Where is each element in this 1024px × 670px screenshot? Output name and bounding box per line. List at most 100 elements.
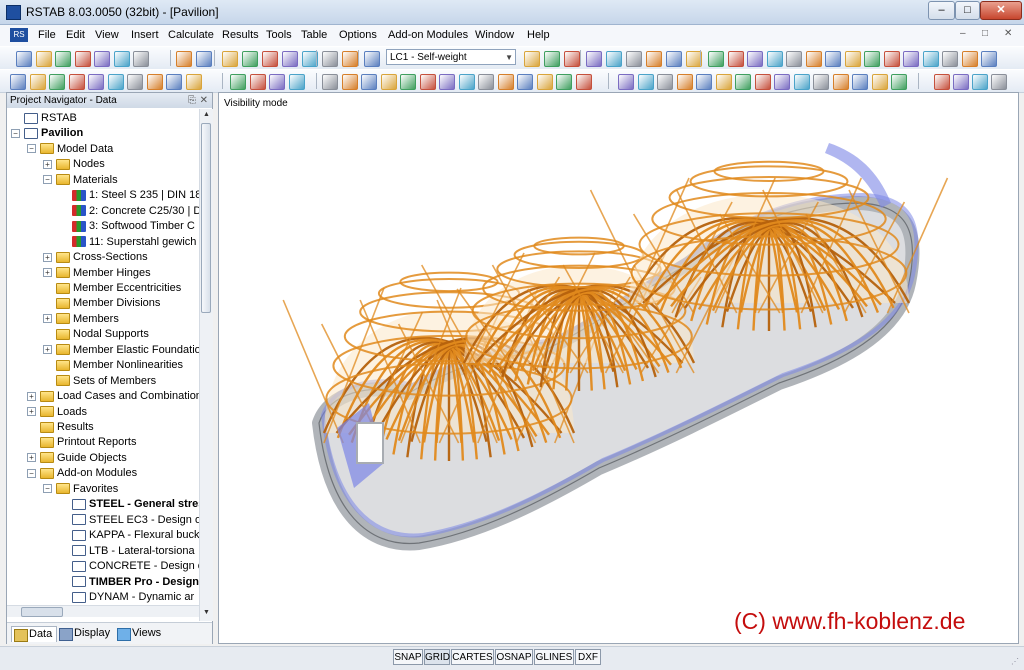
collapse-icon[interactable]: −: [11, 129, 20, 139]
toolbar-tool-icon[interactable]: [708, 51, 724, 67]
toolbar-tool-icon[interactable]: [288, 74, 305, 90]
tree-node[interactable]: DYNAM - Dynamic ar: [59, 590, 194, 605]
tree-node[interactable]: 1: Steel S 235 | DIN 188: [59, 188, 199, 203]
toolbar-tool-icon[interactable]: [637, 74, 654, 90]
mdi-close-icon[interactable]: ✕: [1004, 28, 1012, 39]
menu-help[interactable]: Help: [527, 29, 550, 41]
toolbar-tool-icon[interactable]: [766, 51, 783, 67]
tree-node[interactable]: Sets of Members: [43, 374, 156, 389]
toolbar-tool-icon[interactable]: [400, 74, 416, 90]
maximize-button[interactable]: □: [955, 1, 980, 20]
tree-node[interactable]: − Model Data: [27, 142, 113, 157]
toolbar-tool-icon[interactable]: [146, 74, 163, 90]
toolbar-tool-icon[interactable]: [774, 74, 790, 90]
tab-data[interactable]: Data: [11, 626, 58, 642]
toolbar-tool-icon[interactable]: [269, 74, 285, 90]
toolbar-tool-icon[interactable]: [419, 74, 436, 90]
toolbar-tool-icon[interactable]: [341, 74, 358, 90]
menu-tools[interactable]: Tools: [266, 29, 292, 41]
scroll-down-icon[interactable]: ▼: [201, 607, 212, 619]
expand-icon[interactable]: +: [43, 252, 52, 262]
toolbar-tool-icon[interactable]: [922, 51, 939, 67]
toolbar-tool-icon[interactable]: [972, 74, 988, 90]
toolbar-tool-icon[interactable]: [497, 74, 514, 90]
toolbar-tool-icon[interactable]: [666, 51, 682, 67]
toolbar-tool-icon[interactable]: [575, 74, 592, 90]
toolbar-tool-icon[interactable]: [242, 51, 258, 67]
tab-views[interactable]: Views: [115, 626, 161, 641]
toolbar-tool-icon[interactable]: [55, 51, 71, 67]
menu-add-on-modules[interactable]: Add-on Modules: [388, 29, 468, 41]
pin-icon[interactable]: ⎘: [188, 93, 196, 108]
scroll-up-icon[interactable]: ▲: [201, 109, 212, 121]
toolbar-tool-icon[interactable]: [754, 74, 771, 90]
toolbar-tool-icon[interactable]: [29, 74, 46, 90]
toolbar-tool-icon[interactable]: [981, 51, 997, 67]
toolbar-tool-icon[interactable]: [556, 74, 572, 90]
tree-node[interactable]: 3: Softwood Timber C: [59, 219, 195, 234]
expand-icon[interactable]: +: [43, 345, 52, 355]
collapse-icon[interactable]: −: [27, 144, 36, 154]
toolbar-tool-icon[interactable]: [364, 51, 380, 67]
tree-node[interactable]: CONCRETE - Design c: [59, 559, 199, 574]
toolbar-tool-icon[interactable]: [107, 74, 124, 90]
menu-file[interactable]: File: [38, 29, 56, 41]
status-osnap-button[interactable]: OSNAP: [495, 649, 533, 665]
tree-node[interactable]: Member Nonlinearities: [43, 358, 183, 373]
toolbar-tool-icon[interactable]: [961, 51, 978, 67]
toolbar-tool-icon[interactable]: [657, 74, 673, 90]
model-viewport[interactable]: Visibility mode (C) www.fh-koblenz.de: [218, 92, 1019, 644]
tree-node[interactable]: TIMBER Pro - Design: [59, 575, 199, 590]
toolbar-tool-icon[interactable]: [586, 51, 602, 67]
toolbar-tool-icon[interactable]: [891, 74, 907, 90]
tree-node[interactable]: STEEL - General stres: [59, 497, 199, 512]
expand-icon[interactable]: +: [27, 453, 36, 463]
toolbar-tool-icon[interactable]: [844, 51, 861, 67]
collapse-icon[interactable]: −: [43, 484, 52, 494]
toolbar-tool-icon[interactable]: [626, 51, 642, 67]
toolbar-tool-icon[interactable]: [94, 51, 110, 67]
resize-grip-icon[interactable]: ⋰: [1011, 657, 1021, 667]
menu-results[interactable]: Results: [222, 29, 259, 41]
toolbar-tool-icon[interactable]: [934, 74, 950, 90]
toolbar-tool-icon[interactable]: [10, 74, 26, 90]
scroll-thumb[interactable]: [201, 123, 211, 313]
tree-node[interactable]: Member Divisions: [43, 296, 160, 311]
toolbar-tool-icon[interactable]: [991, 74, 1007, 90]
toolbar-tool-icon[interactable]: [166, 74, 182, 90]
toolbar-tool-icon[interactable]: [544, 51, 560, 67]
close-button[interactable]: ✕: [980, 1, 1022, 20]
toolbar-tool-icon[interactable]: [230, 74, 246, 90]
toolbar-tool-icon[interactable]: [786, 51, 802, 67]
tree-node[interactable]: + Members: [43, 312, 119, 327]
collapse-icon[interactable]: −: [43, 175, 52, 185]
tree-node[interactable]: + Cross-Sections: [43, 250, 148, 265]
toolbar-tool-icon[interactable]: [727, 51, 744, 67]
tree-node[interactable]: − Favorites: [43, 482, 118, 497]
status-snap-button[interactable]: SNAP: [393, 649, 423, 665]
toolbar-tool-icon[interactable]: [805, 51, 822, 67]
toolbar-tool-icon[interactable]: [262, 51, 278, 67]
menu-window[interactable]: Window: [475, 29, 514, 41]
menu-edit[interactable]: Edit: [66, 29, 85, 41]
toolbar-tool-icon[interactable]: [249, 74, 266, 90]
toolbar-tool-icon[interactable]: [380, 74, 397, 90]
status-glines-button[interactable]: GLINES: [534, 649, 574, 665]
toolbar-tool-icon[interactable]: [832, 74, 849, 90]
tree-node[interactable]: − Add-on Modules: [27, 466, 137, 481]
toolbar-tool-icon[interactable]: [524, 51, 540, 67]
toolbar-tool-icon[interactable]: [646, 51, 662, 67]
toolbar-tool-icon[interactable]: [342, 51, 358, 67]
toolbar-tool-icon[interactable]: [953, 74, 969, 90]
toolbar-tool-icon[interactable]: [127, 74, 143, 90]
expand-icon[interactable]: +: [27, 391, 36, 401]
tree-node[interactable]: KAPPA - Flexural buck: [59, 528, 199, 543]
status-dxf-button[interactable]: DXF: [575, 649, 601, 665]
tree-node[interactable]: − Materials: [43, 173, 118, 188]
menu-table[interactable]: Table: [301, 29, 327, 41]
toolbar-tool-icon[interactable]: [871, 74, 888, 90]
toolbar-tool-icon[interactable]: [813, 74, 829, 90]
tree-node[interactable]: + Nodes: [43, 157, 105, 172]
toolbar-tool-icon[interactable]: [715, 74, 732, 90]
toolbar-tool-icon[interactable]: [88, 74, 104, 90]
